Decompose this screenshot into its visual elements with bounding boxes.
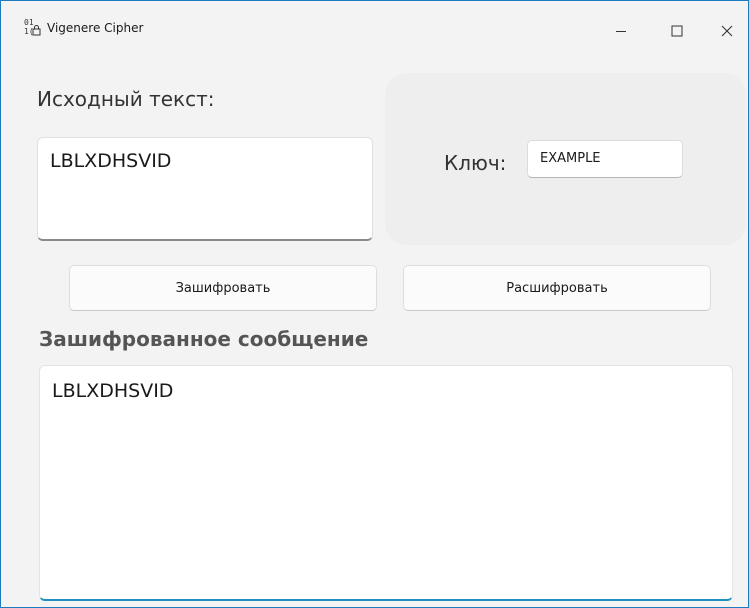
- minimize-button[interactable]: [601, 15, 641, 47]
- key-input[interactable]: EXAMPLE: [527, 140, 683, 178]
- close-icon: [721, 25, 733, 37]
- result-label: Зашифрованное сообщение: [39, 327, 369, 351]
- minimize-icon: [616, 31, 626, 32]
- window-title: Vigenere Cipher: [47, 21, 144, 35]
- svg-text:1(: 1(: [24, 27, 34, 36]
- source-text-input[interactable]: LBLXDHSVID: [37, 137, 373, 241]
- binary-lock-icon: 01 1(: [24, 18, 41, 36]
- encrypt-button[interactable]: Зашифровать: [69, 265, 377, 311]
- title-bar[interactable]: 01 1( Vigenere Cipher: [1, 1, 748, 61]
- source-text-label: Исходный текст:: [37, 87, 215, 111]
- svg-text:01: 01: [24, 18, 34, 27]
- app-window: 01 1( Vigenere Cipher Исходный текст: LB…: [0, 0, 749, 608]
- maximize-icon: [671, 25, 683, 37]
- maximize-button[interactable]: [657, 15, 697, 47]
- result-output[interactable]: LBLXDHSVID: [39, 365, 733, 601]
- key-label: Ключ:: [444, 151, 507, 175]
- decrypt-button[interactable]: Расшифровать: [403, 265, 711, 311]
- close-button[interactable]: [707, 15, 747, 47]
